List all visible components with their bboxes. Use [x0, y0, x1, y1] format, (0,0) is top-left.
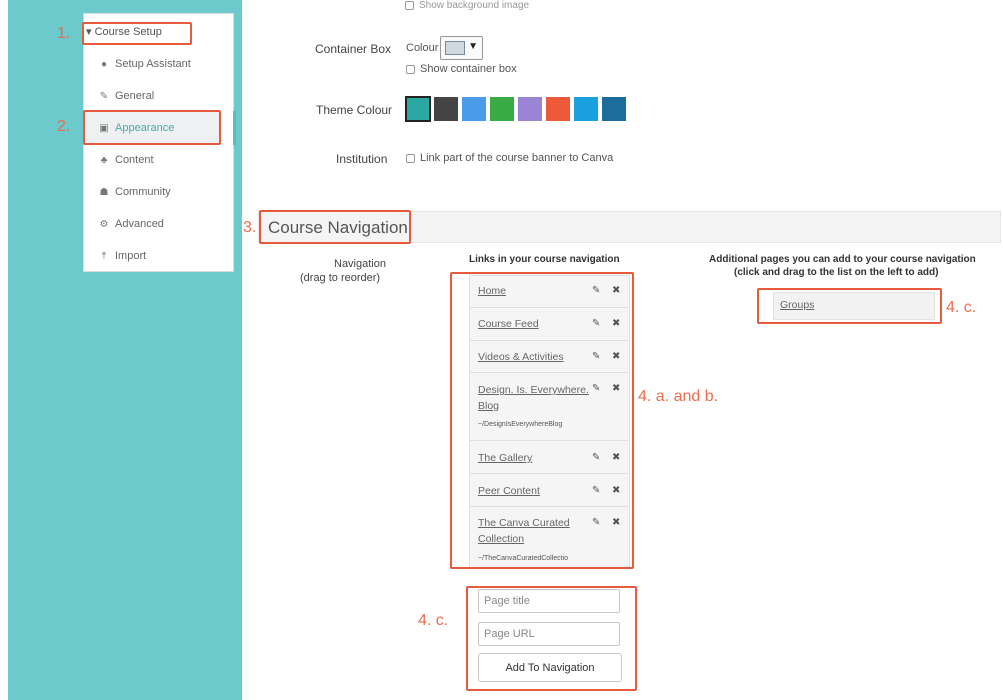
option-label: Show container box	[420, 63, 517, 75]
container-colour-select[interactable]: ▼	[440, 36, 483, 60]
upload-icon: ⤒	[101, 250, 107, 262]
annotation-step-4c-right: 4. c.	[946, 299, 977, 316]
sidebar-item-community[interactable]: ☗ Community	[99, 186, 171, 198]
users-icon: ☗	[99, 186, 109, 198]
option-label: Link part of the course banner to Canva	[420, 152, 614, 164]
cogs-icon: ⚙	[99, 218, 109, 230]
theme-colour-swatch[interactable]	[405, 96, 431, 122]
colour-swatch	[445, 41, 465, 55]
institution-option[interactable]: Link part of the course banner to Canva	[406, 152, 613, 164]
sidebar-item-label: Setup Assistant	[115, 58, 191, 70]
dropdown-arrow-icon: ▼	[468, 41, 478, 52]
sidebar-item-label: General	[115, 90, 155, 102]
annotation-step-3: 3.	[243, 219, 257, 236]
annotation-step-2: 2.	[57, 118, 71, 135]
theme-colour-swatch[interactable]	[462, 97, 486, 121]
links-heading: Links in your course navigation	[469, 254, 620, 265]
annotation-step-4c-bottom: 4. c.	[418, 612, 449, 629]
sidebar-item-setup-assistant[interactable]: ● Setup Assistant	[99, 58, 191, 70]
info-circle-icon: ●	[100, 58, 108, 70]
show-container-box-checkbox[interactable]	[406, 64, 415, 74]
show-background-image-option[interactable]: Show background image	[405, 0, 529, 11]
highlight-additional-pages	[757, 288, 942, 324]
theme-colour-swatch[interactable]	[574, 97, 598, 121]
sidebar-item-label: Import	[115, 250, 147, 262]
annotation-step-1: 1.	[57, 25, 71, 42]
theme-colour-swatch[interactable]	[602, 97, 626, 121]
show-background-image-checkbox[interactable]	[405, 0, 414, 10]
theme-colour-swatch[interactable]	[434, 97, 458, 121]
option-label: Show background image	[419, 0, 530, 11]
active-indicator	[233, 111, 236, 145]
drag-to-reorder-hint: (drag to reorder)	[300, 272, 381, 284]
colour-label: Colour	[406, 42, 439, 54]
sidebar-item-general[interactable]: ✎ General	[99, 90, 154, 102]
show-container-box-option[interactable]: Show container box	[406, 63, 517, 75]
highlight-course-navigation	[259, 210, 411, 244]
institution-checkbox[interactable]	[406, 153, 415, 163]
edit-icon: ✎	[99, 90, 109, 102]
theme-colour-swatch[interactable]	[518, 97, 542, 121]
sidebar-item-content[interactable]: ♣ Content	[99, 154, 154, 166]
page-margin	[0, 0, 8, 700]
highlight-navigation-links	[450, 272, 634, 569]
highlight-appearance	[83, 110, 221, 145]
highlight-add-link-form	[466, 586, 637, 691]
sidebar-item-advanced[interactable]: ⚙ Advanced	[99, 218, 164, 230]
sidebar-item-import[interactable]: ⤒ Import	[99, 250, 146, 262]
highlight-course-setup	[82, 22, 192, 45]
annotation-step-4ab: 4. a. and b.	[638, 388, 719, 405]
sidebar-item-label: Content	[115, 154, 154, 166]
sitemap-icon: ♣	[100, 154, 108, 166]
theme-colour-swatch[interactable]	[546, 97, 570, 121]
additional-pages-heading: Additional pages you can add to your cou…	[709, 254, 976, 265]
theme-colour-label: Theme Colour	[316, 103, 393, 117]
container-box-label: Container Box	[315, 42, 392, 56]
additional-pages-hint: (click and drag to the list on the left …	[734, 267, 939, 278]
theme-colour-swatch[interactable]	[490, 97, 514, 121]
sidebar-item-label: Advanced	[115, 218, 164, 230]
institution-label: Institution	[336, 152, 388, 166]
navigation-label: Navigation	[334, 258, 386, 270]
sidebar-item-label: Community	[115, 186, 171, 198]
